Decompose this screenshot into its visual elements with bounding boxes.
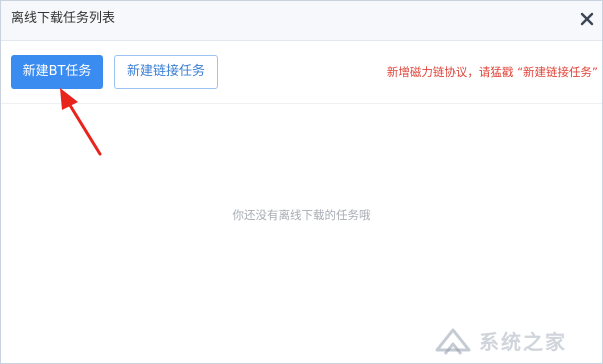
close-icon[interactable] [578, 10, 596, 28]
red-arrow-icon [60, 88, 102, 156]
watermark: 系统之家 [429, 324, 599, 360]
empty-task-message: 你还没有离线下载的任务哦 [232, 208, 371, 222]
offline-download-dialog: 离线下载任务列表 新建BT任务 新建链接任务 新增磁力链协议，请猛戳 “新建链接… [0, 0, 603, 364]
watermark-text: 系统之家 [479, 330, 567, 354]
magnet-promo-text: 新增磁力链协议，请猛戳 “新建链接任务” [386, 65, 598, 79]
new-link-task-button[interactable]: 新建链接任务 [114, 55, 218, 89]
dialog-title: 离线下载任务列表 [11, 11, 116, 26]
dialog-title-bar: 离线下载任务列表 [1, 1, 602, 41]
watermark-logo-icon [435, 328, 471, 355]
